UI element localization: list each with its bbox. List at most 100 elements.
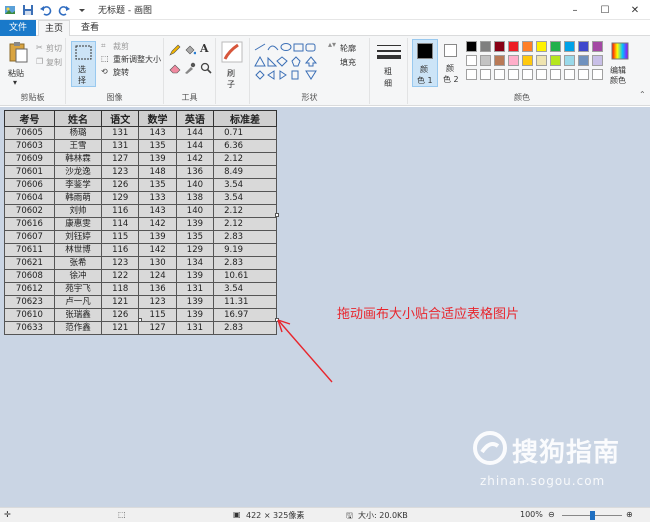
table-cell: 2.12 [213, 217, 277, 231]
table-cell: 131 [175, 321, 215, 335]
brushes-group[interactable]: 刷 子 [216, 38, 250, 104]
table-header-cell: 英语 [175, 110, 215, 127]
crop-button[interactable]: 裁剪 [113, 41, 129, 52]
palette-swatch[interactable] [578, 55, 589, 66]
close-button[interactable]: ✕ [620, 0, 650, 20]
color2-button[interactable]: 颜 色 2 [440, 39, 464, 87]
palette-swatch[interactable] [592, 69, 603, 80]
annotation-arrow [277, 319, 333, 383]
table-cell: 115 [138, 308, 177, 322]
palette-swatch[interactable] [508, 41, 519, 52]
select-button[interactable]: 选 择 [71, 41, 96, 87]
canvas[interactable]: 考号 姓名 语文 数学 英语 标准差 70605 杨璐 131 143 144 0.71 70603 王… [4, 110, 277, 335]
palette-swatch[interactable] [480, 41, 491, 52]
table-cell: 康惠雯 [53, 217, 103, 231]
table-cell: 116 [101, 243, 140, 257]
palette-swatch[interactable] [466, 55, 477, 66]
palette-swatch[interactable] [480, 55, 491, 66]
collapse-ribbon-icon[interactable]: ⌃ [639, 90, 646, 99]
palette-swatch[interactable] [578, 69, 589, 80]
magnifier-icon[interactable] [200, 62, 212, 74]
canvas-resize-handle-right[interactable] [275, 213, 279, 217]
zoom-in-button[interactable]: ⊕ [626, 510, 633, 519]
palette-swatch[interactable] [550, 69, 561, 80]
palette-swatch[interactable] [522, 41, 533, 52]
palette-swatch[interactable] [522, 55, 533, 66]
undo-icon[interactable] [40, 4, 52, 16]
eraser-icon[interactable] [169, 62, 181, 74]
palette-swatch[interactable] [466, 41, 477, 52]
table-cell: 6.36 [213, 139, 277, 153]
tab-file[interactable]: 文件 [0, 20, 36, 36]
palette-swatch[interactable] [578, 41, 589, 52]
palette-swatch[interactable] [564, 41, 575, 52]
table-cell: 144 [175, 139, 215, 153]
palette-swatch[interactable] [494, 41, 505, 52]
copy-button[interactable]: 复制 [46, 57, 62, 68]
table-cell: 韩雨萌 [53, 191, 103, 205]
table-cell: 142 [175, 152, 215, 166]
palette-swatch[interactable] [522, 69, 533, 80]
line-width-icon [377, 45, 401, 59]
palette-swatch[interactable] [536, 69, 547, 80]
score-table: 考号 姓名 语文 数学 英语 标准差 70605 杨璐 131 143 144 0.71 70603 王… [4, 110, 277, 335]
color1-button[interactable]: 颜 色 1 [412, 39, 438, 87]
color-picker-icon[interactable] [184, 62, 196, 74]
cut-button[interactable]: 剪切 [46, 43, 62, 54]
shapes-scroll-icon[interactable]: ▴▾ [328, 40, 336, 49]
zoom-slider[interactable] [562, 511, 622, 520]
palette-swatch[interactable] [494, 69, 505, 80]
palette-swatch[interactable] [494, 55, 505, 66]
zoom-slider-thumb[interactable] [589, 511, 595, 520]
table-cell: 70611 [4, 243, 55, 257]
palette-swatch[interactable] [550, 55, 561, 66]
brush-icon [221, 41, 243, 63]
text-tool-icon[interactable]: A [200, 42, 209, 55]
customize-toolbar-icon[interactable] [76, 4, 88, 16]
tab-view[interactable]: 查看 [76, 20, 104, 36]
palette-swatch[interactable] [564, 69, 575, 80]
resize-button[interactable]: 重新调整大小 [113, 54, 161, 65]
table-cell: 114 [101, 217, 140, 231]
palette-swatch[interactable] [536, 55, 547, 66]
minimize-button[interactable]: – [560, 0, 590, 20]
shapes-gallery[interactable] [254, 42, 324, 80]
fill-button[interactable]: 填充 [340, 57, 356, 68]
palette-swatch[interactable] [550, 41, 561, 52]
rotate-button[interactable]: 旋转 [113, 67, 129, 78]
palette-swatch[interactable] [480, 69, 491, 80]
size-button[interactable]: 粗 细 [370, 38, 408, 104]
tab-home[interactable]: 主页 [38, 20, 70, 37]
palette-swatch[interactable] [536, 41, 547, 52]
redo-icon[interactable] [58, 4, 70, 16]
palette-swatch[interactable] [508, 55, 519, 66]
table-body: 70605 杨璐 131 143 144 0.71 70603 王雪 131 135 144 6.36… [4, 126, 277, 335]
paste-dropdown-icon[interactable]: ▾ [13, 78, 17, 87]
maximize-button[interactable]: ☐ [590, 0, 620, 20]
outline-button[interactable]: 轮廓 [340, 43, 356, 54]
palette-swatch[interactable] [466, 69, 477, 80]
table-row: 70607 刘钰婷 115 139 135 2.83 [4, 230, 277, 244]
save-icon[interactable] [22, 4, 34, 16]
palette-swatch[interactable] [592, 41, 603, 52]
table-cell: 16.97 [213, 308, 277, 322]
fill-bucket-icon[interactable] [184, 44, 196, 56]
table-cell: 136 [175, 165, 215, 179]
paint-app-icon [5, 5, 15, 14]
palette-swatch[interactable] [508, 69, 519, 80]
file-size-icon: 🖫 [346, 511, 353, 520]
edit-colors-button[interactable]: 编辑 颜色 [606, 39, 634, 87]
zoom-out-button[interactable]: ⊖ [548, 510, 555, 519]
palette-swatch[interactable] [564, 55, 575, 66]
pencil-icon[interactable] [169, 44, 181, 56]
palette-swatch[interactable] [592, 55, 603, 66]
paste-icon[interactable] [8, 41, 28, 63]
table-header-cell: 语文 [101, 110, 140, 127]
table-row: 70621 张希 123 130 134 2.83 [4, 256, 277, 270]
quick-access-toolbar [0, 4, 88, 16]
table-header-cell: 姓名 [53, 110, 103, 127]
canvas-resize-handle-bottom[interactable] [138, 318, 142, 322]
table-cell: 林世博 [53, 243, 103, 257]
table-cell: 144 [175, 126, 215, 140]
tools-group-label: 工具 [181, 93, 198, 102]
